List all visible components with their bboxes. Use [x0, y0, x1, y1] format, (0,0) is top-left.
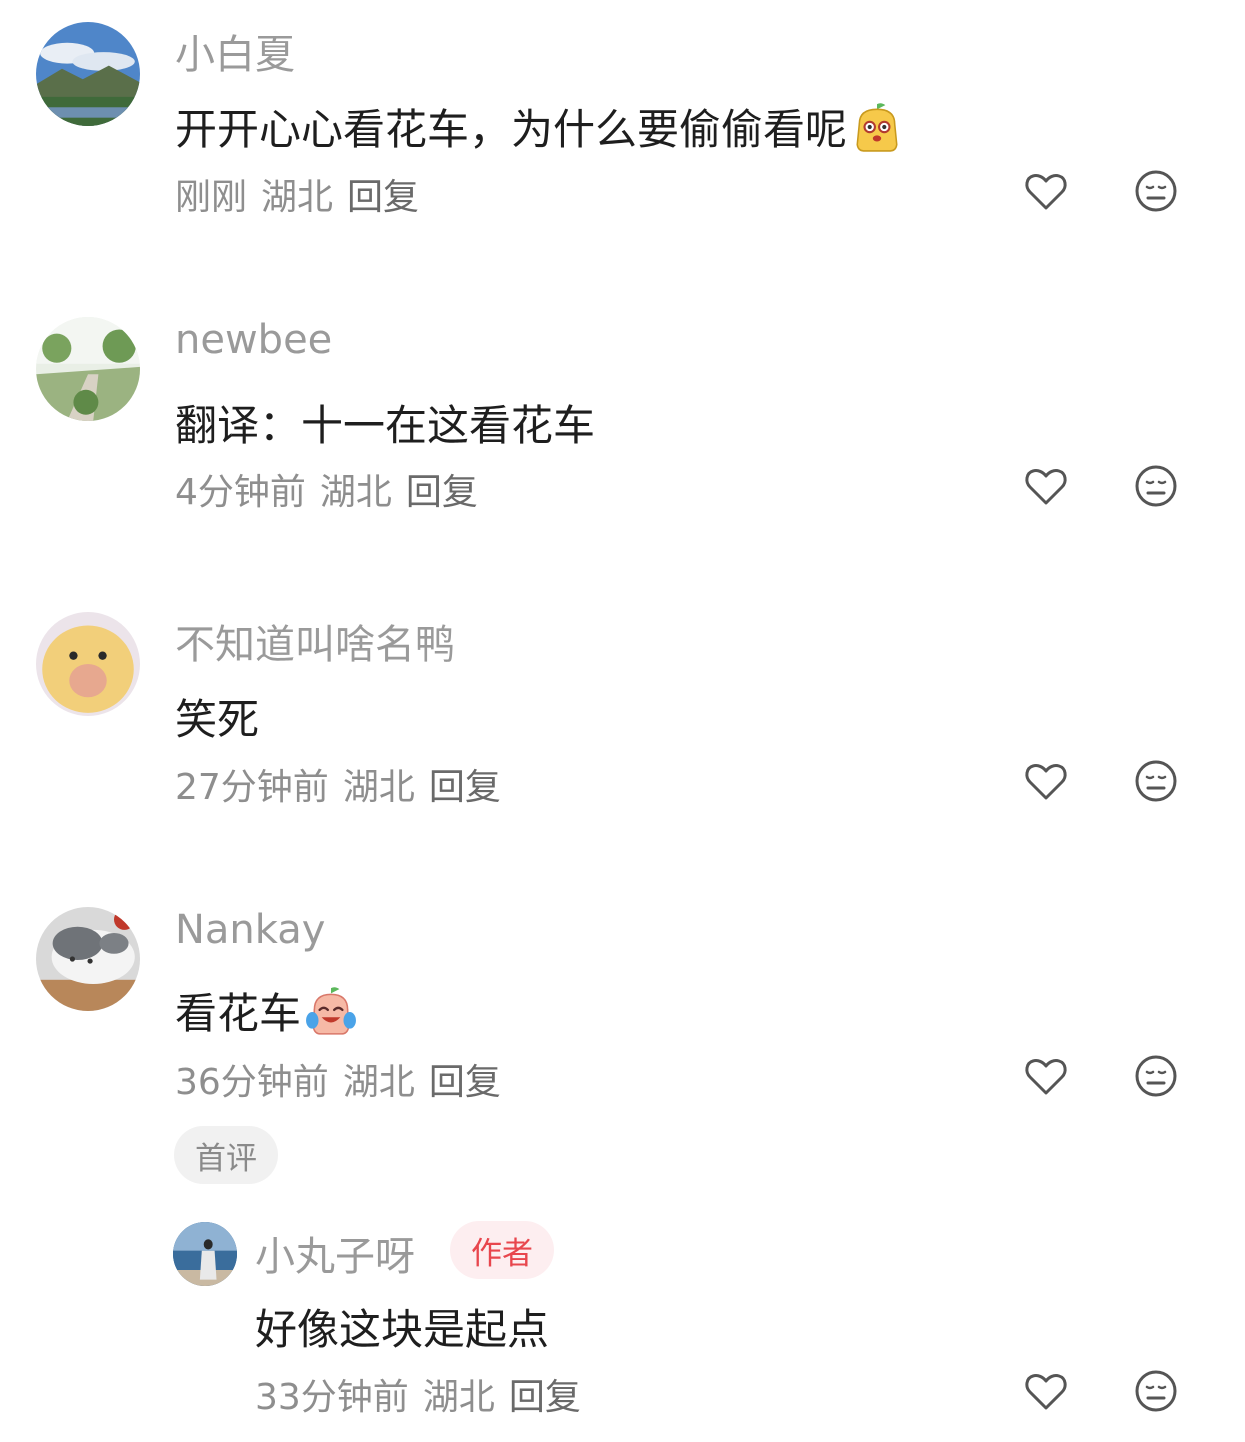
neutral-face-icon — [1135, 170, 1177, 212]
first-comment-badge: 首评 — [174, 1126, 278, 1184]
comment-text-body: 翻译：十一在这看花车 — [175, 401, 596, 450]
reply-text: 好像这块是起点 — [255, 1296, 549, 1357]
duck-avatar-image — [36, 612, 140, 716]
cat-avatar-image — [36, 907, 140, 1011]
comment-text: 笑死 — [175, 686, 259, 747]
like-button[interactable] — [1021, 461, 1071, 511]
reply-button[interactable]: 回复 — [429, 767, 501, 808]
reply-meta: 33分钟前 湖北 回复 — [255, 1368, 595, 1420]
comment-time: 27分钟前 — [175, 767, 329, 808]
reply-username[interactable]: 小丸子呀 — [255, 1224, 415, 1282]
reply-button[interactable]: 回复 — [509, 1377, 581, 1418]
dislike-button[interactable] — [1131, 1051, 1181, 1101]
avatar[interactable] — [36, 22, 140, 126]
garden-path-avatar-image — [36, 317, 140, 421]
like-button[interactable] — [1021, 1051, 1071, 1101]
heart-icon — [1025, 764, 1067, 800]
like-button[interactable] — [1021, 1366, 1071, 1416]
comment-time: 刚刚 — [175, 177, 248, 218]
username[interactable]: 小白夏 — [175, 22, 295, 80]
comment-meta: 刚刚 湖北 回复 — [175, 168, 433, 220]
reply-button[interactable]: 回复 — [429, 1062, 501, 1103]
heart-icon — [1025, 174, 1067, 210]
comment-text-body: 开开心心看花车，为什么要偷偷看呢 — [175, 105, 848, 154]
comment-time: 36分钟前 — [175, 1062, 329, 1103]
reply-button[interactable]: 回复 — [406, 472, 478, 513]
reply-button[interactable]: 回复 — [347, 177, 419, 218]
author-badge: 作者 — [450, 1221, 554, 1279]
avatar[interactable] — [36, 317, 140, 421]
comment-meta: 36分钟前 湖北 回复 — [175, 1053, 515, 1105]
laughing-crying-face-emoji — [306, 986, 356, 1035]
comment-location: 湖北 — [342, 1062, 415, 1103]
comment-text: 看花车 — [175, 980, 357, 1041]
like-button[interactable] — [1021, 166, 1071, 216]
neutral-face-icon — [1135, 1055, 1177, 1097]
comment-meta: 27分钟前 湖北 回复 — [175, 758, 515, 810]
comment-location: 湖北 — [319, 472, 392, 513]
comment-text: 开开心心看花车，为什么要偷偷看呢 — [175, 96, 903, 157]
comment-text-body: 笑死 — [175, 695, 260, 744]
neutral-face-icon — [1135, 465, 1177, 507]
avatar[interactable] — [36, 612, 140, 716]
reply-time: 33分钟前 — [255, 1377, 409, 1418]
heart-icon — [1025, 469, 1067, 505]
username[interactable]: 不知道叫啥名鸭 — [175, 612, 455, 670]
reply-location: 湖北 — [422, 1377, 495, 1418]
comment-time: 4分钟前 — [175, 472, 306, 513]
username[interactable]: Nankay — [175, 907, 325, 953]
neutral-face-icon — [1135, 760, 1177, 802]
comment-meta: 4分钟前 湖北 回复 — [175, 463, 492, 515]
reply-text-body: 好像这块是起点 — [255, 1305, 550, 1354]
comment-location: 湖北 — [342, 767, 415, 808]
seaside-person-avatar-image — [173, 1222, 237, 1286]
dislike-button[interactable] — [1131, 461, 1181, 511]
avatar[interactable] — [36, 907, 140, 1011]
reply-avatar[interactable] — [173, 1222, 237, 1286]
dislike-button[interactable] — [1131, 166, 1181, 216]
yellow-sprout-face-emoji — [856, 102, 898, 152]
comment-text-body: 看花车 — [175, 989, 302, 1038]
neutral-face-icon — [1135, 1370, 1177, 1412]
heart-icon — [1025, 1059, 1067, 1095]
heart-icon — [1025, 1374, 1067, 1410]
like-button[interactable] — [1021, 756, 1071, 806]
landscape-avatar-image — [36, 22, 140, 126]
username[interactable]: newbee — [175, 317, 332, 363]
dislike-button[interactable] — [1131, 1366, 1181, 1416]
dislike-button[interactable] — [1131, 756, 1181, 806]
comment-location: 湖北 — [261, 177, 334, 218]
comment-text: 翻译：十一在这看花车 — [175, 392, 595, 453]
